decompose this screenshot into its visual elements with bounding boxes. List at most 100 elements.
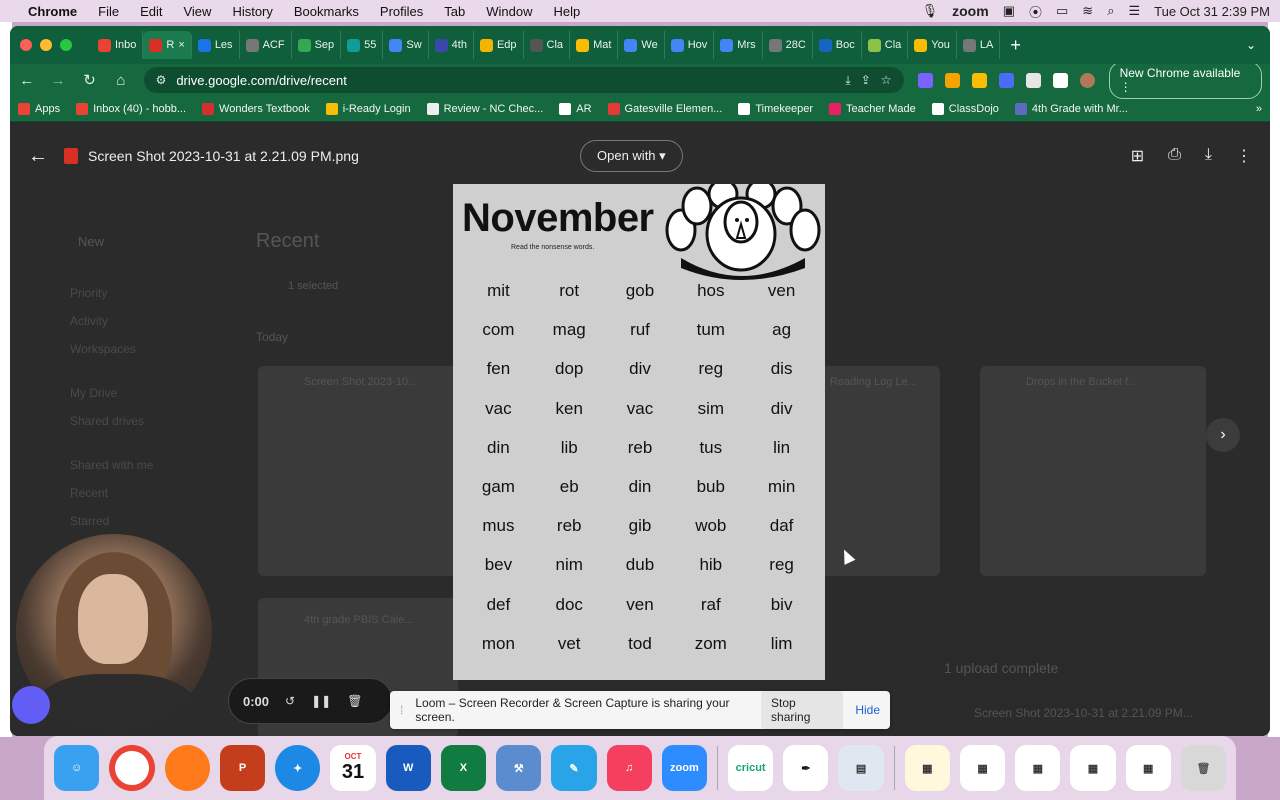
browser-tab[interactable]: You <box>908 31 957 59</box>
browser-tab[interactable]: Inbo <box>92 31 144 59</box>
browser-tab[interactable]: Hov <box>665 31 715 59</box>
loom-logo-icon[interactable] <box>12 686 50 724</box>
loom-restart-icon[interactable]: ↺ <box>285 694 295 708</box>
browser-tab[interactable]: 4th <box>429 31 474 59</box>
script-editor-icon[interactable]: ✒ <box>783 745 829 791</box>
recent-document-icon[interactable]: ▦ <box>1015 745 1061 791</box>
close-tab-icon[interactable]: × <box>178 39 184 51</box>
stop-sharing-button[interactable]: Stop sharing <box>761 691 844 729</box>
browser-tab[interactable]: Edp <box>474 31 524 59</box>
safari-icon[interactable]: ✦ <box>275 745 321 791</box>
bookmark-item[interactable]: Apps <box>18 102 60 115</box>
firefox-icon[interactable] <box>164 745 210 791</box>
download-icon[interactable]: ⤓ <box>1205 146 1212 166</box>
bookmark-item[interactable]: i-Ready Login <box>325 102 411 115</box>
browser-tab[interactable]: 28C <box>763 31 813 59</box>
trash-icon[interactable]: 🗑 <box>1180 745 1227 791</box>
browser-tab[interactable]: ACF <box>240 31 292 59</box>
preview-icon[interactable]: ▤ <box>838 745 884 791</box>
chrome-icon[interactable] <box>109 745 155 791</box>
minimize-window-button[interactable] <box>40 39 52 51</box>
finder-icon[interactable]: ☺ <box>54 745 100 791</box>
utility-app-icon[interactable]: ⚒ <box>496 745 542 791</box>
extension-il-icon[interactable] <box>998 72 1014 88</box>
excel-icon[interactable]: X <box>440 745 487 791</box>
menu-view[interactable]: View <box>183 4 211 19</box>
zoom-window-button[interactable] <box>60 39 72 51</box>
bookmark-star-icon[interactable]: ☆ <box>881 73 892 87</box>
browser-tab[interactable]: Cla <box>862 31 909 59</box>
browser-tab[interactable]: We <box>618 31 665 59</box>
browser-tab[interactable]: Mrs <box>714 31 763 59</box>
side-panel-icon[interactable] <box>1052 72 1068 88</box>
menu-edit[interactable]: Edit <box>140 4 162 19</box>
screen-share-icon[interactable]: ▣ <box>1003 3 1015 19</box>
browser-tab[interactable]: Sep <box>292 31 342 59</box>
powerpoint-icon[interactable]: P <box>219 745 266 791</box>
tab-search-chevron-icon[interactable]: ⌄ <box>1246 38 1256 52</box>
more-options-icon[interactable]: ⋮ <box>1236 146 1252 166</box>
close-window-button[interactable] <box>20 39 32 51</box>
hide-button[interactable]: Hide <box>855 703 880 717</box>
menu-profiles[interactable]: Profiles <box>380 4 423 19</box>
loom-pause-icon[interactable]: ❚❚ <box>311 694 331 708</box>
bookmark-item[interactable]: ClassDojo <box>931 102 999 115</box>
share-icon[interactable]: ⇪ <box>861 73 871 87</box>
menubar-datetime[interactable]: Tue Oct 31 2:39 PM <box>1154 4 1270 19</box>
zoom-status-label[interactable]: zoom <box>952 3 989 19</box>
pages-app-icon[interactable]: ✎ <box>551 745 597 791</box>
bookmark-item[interactable]: Timekeeper <box>738 102 813 115</box>
bookmark-item[interactable]: Review - NC Chec... <box>426 102 543 115</box>
address-bar[interactable]: ⚙ drive.google.com/drive/recent ⤓ ⇪ ☆ <box>143 67 904 93</box>
browser-tab[interactable]: Les <box>192 31 240 59</box>
add-comment-icon[interactable]: ⊞ <box>1131 146 1144 166</box>
bookmarks-overflow-icon[interactable]: » <box>1256 103 1262 115</box>
next-file-arrow-icon[interactable]: › <box>1206 418 1240 452</box>
new-chrome-available-button[interactable]: New Chrome available ⋮ <box>1108 61 1263 99</box>
recent-document-icon[interactable]: ▦ <box>1125 745 1171 791</box>
browser-tab[interactable]: R × <box>143 31 192 59</box>
calendar-icon[interactable]: OCT 31 <box>330 745 376 791</box>
drag-handle-icon[interactable]: ⁞ <box>400 703 403 717</box>
extension-pencil-icon[interactable] <box>944 72 960 88</box>
menu-bookmarks[interactable]: Bookmarks <box>294 4 359 19</box>
home-icon[interactable]: ⌂ <box>112 72 129 89</box>
bookmark-item[interactable]: 4th Grade with Mr... <box>1014 102 1128 115</box>
browser-tab[interactable]: LA <box>957 31 1001 59</box>
cricut-app-icon[interactable]: cricut <box>728 745 774 791</box>
extension-gear-icon[interactable] <box>917 72 933 88</box>
menu-help[interactable]: Help <box>554 4 581 19</box>
loom-delete-icon[interactable]: 🗑 <box>347 694 362 708</box>
bookmark-item[interactable]: Teacher Made <box>829 102 916 115</box>
reload-icon[interactable]: ↻ <box>81 71 98 89</box>
record-icon[interactable]: ⦿ <box>1029 2 1042 21</box>
browser-tab[interactable]: 55 <box>341 31 384 59</box>
forward-arrow-icon[interactable]: → <box>49 72 66 89</box>
bookmark-item[interactable]: AR <box>559 102 592 115</box>
close-viewer-back-arrow-icon[interactable]: ← <box>28 145 48 168</box>
menu-tab[interactable]: Tab <box>444 4 465 19</box>
open-with-button[interactable]: Open with ▾ <box>580 140 683 172</box>
install-icon[interactable]: ⤓ <box>845 73 850 88</box>
menu-file[interactable]: File <box>98 4 119 19</box>
recent-document-icon[interactable]: ▦ <box>959 745 1006 791</box>
extension-grid-icon[interactable] <box>971 72 987 88</box>
menu-window[interactable]: Window <box>486 4 532 19</box>
url-text[interactable]: drive.google.com/drive/recent <box>176 73 835 88</box>
extensions-puzzle-icon[interactable] <box>1025 72 1041 88</box>
bookmark-item[interactable]: Inbox (40) - hobb... <box>76 102 186 115</box>
music-icon[interactable]: ♫ <box>606 745 652 791</box>
profile-avatar-icon[interactable] <box>1079 72 1095 88</box>
browser-tab[interactable]: Mat <box>570 31 619 59</box>
recent-document-icon[interactable]: ▦ <box>1070 745 1116 791</box>
menu-app-name[interactable]: Chrome <box>28 4 77 19</box>
browser-tab[interactable]: Boc <box>813 31 862 59</box>
browser-tab[interactable]: Sw <box>383 31 429 59</box>
recent-document-icon[interactable]: ▦ <box>904 745 950 791</box>
battery-icon[interactable]: ▭ <box>1056 3 1068 19</box>
microphone-icon[interactable]: 🎙 <box>922 3 939 19</box>
word-icon[interactable]: W <box>385 745 431 791</box>
bookmark-item[interactable]: Gatesville Elemen... <box>607 102 722 115</box>
print-icon[interactable]: ⎙ <box>1168 146 1181 166</box>
menu-history[interactable]: History <box>232 4 272 19</box>
